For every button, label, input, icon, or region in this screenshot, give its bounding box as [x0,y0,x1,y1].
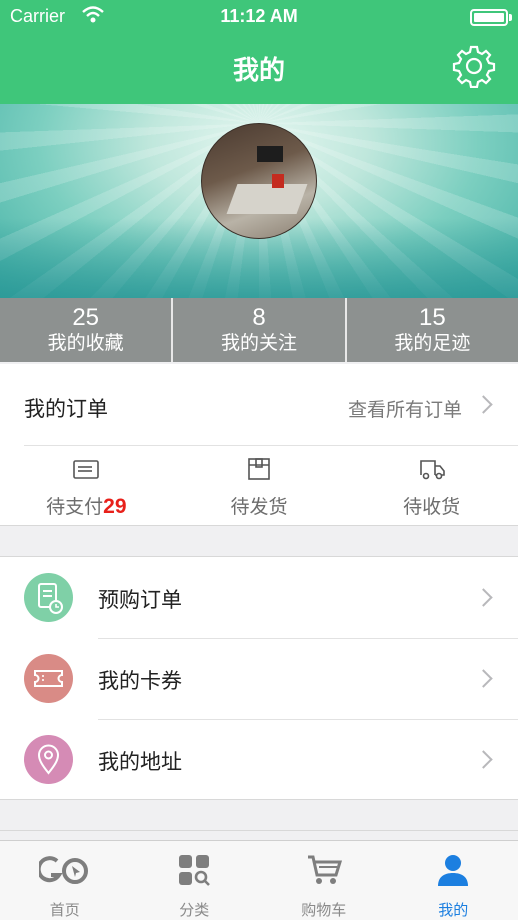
stat-label: 我的收藏 [47,332,124,354]
menu-item-label: 我的地址 [98,750,182,774]
chevron-right-icon [474,395,493,414]
menu-item-preorders[interactable]: 预购订单 [0,557,518,638]
preorder-glyph [38,583,63,614]
order-state-pending-receipt[interactable]: 待收货 [345,446,518,526]
section-spacer [0,830,518,840]
location-icon [24,735,73,784]
tab-category[interactable]: 分类 [130,841,260,920]
coupon-glyph [34,670,63,687]
view-all-orders-link[interactable]: 查看所有订单 [348,395,462,422]
package-icon [248,458,270,480]
order-state-pending-shipment[interactable]: 待发货 [173,446,346,526]
order-state-text: 待支付 [46,496,104,518]
order-state-label: 待发货 [230,496,288,518]
stat-label: 我的关注 [220,332,297,354]
category-icon [179,855,211,886]
chevron-right-icon [474,588,493,607]
preorder-icon [24,573,73,622]
menu-item-addresses[interactable]: 我的地址 [0,719,518,800]
orders-section: 我的订单 查看所有订单 待支付29 待发货 待收货 [0,364,518,526]
tab-label: 首页 [49,901,80,919]
status-bar: Carrier 11:12 AM [0,0,518,34]
stats-row: 25 我的收藏 8 我的关注 15 我的足迹 [0,298,518,362]
truck-icon [419,460,445,480]
coupon-icon [24,654,73,703]
tab-mine[interactable]: 我的 [389,841,518,920]
tab-cart[interactable]: 购物车 [259,841,389,920]
stat-following[interactable]: 8 我的关注 [173,298,347,362]
avatar-photo-object [272,174,284,188]
clock: 11:12 AM [220,6,298,26]
top-bar: Carrier 11:12 AM 我的 [0,0,518,104]
orders-title: 我的订单 [24,397,108,421]
stat-label: 我的足迹 [394,332,471,354]
order-state-label: 待支付29 [0,492,173,519]
menu-item-label: 我的卡券 [98,669,182,693]
stat-value: 15 [418,304,446,331]
user-icon [438,855,469,886]
stat-history[interactable]: 15 我的足迹 [347,298,518,362]
order-state-pending-payment[interactable]: 待支付29 [0,446,173,526]
avatar-photo-desk [226,184,308,214]
order-states: 待支付29 待发货 待收货 [0,446,518,526]
chevron-right-icon [474,669,493,688]
avatar[interactable] [201,123,317,239]
location-glyph [37,744,60,775]
tab-label: 分类 [179,901,210,919]
stat-favorites[interactable]: 25 我的收藏 [0,298,174,362]
gear-icon[interactable] [452,44,496,88]
menu-item-coupons[interactable]: 我的卡券 [0,638,518,719]
stat-value: 25 [72,304,100,331]
battery-icon [470,9,508,26]
cart-icon [307,855,342,884]
tab-home[interactable]: 首页 [0,841,130,920]
orders-header[interactable]: 我的订单 查看所有订单 [0,364,518,446]
tab-bar: 首页 分类 购物车 我的 [0,840,518,920]
tab-label: 我的 [438,901,469,919]
avatar-photo-monitor [257,146,283,162]
tab-label: 购物车 [301,901,347,919]
page-title: 我的 [232,56,285,86]
menu-list: 预购订单 我的卡券 我的地址 [0,556,518,800]
order-state-label: 待收货 [403,496,461,518]
home-logo-icon [38,856,88,884]
battery-tip [509,14,512,21]
stat-value: 8 [252,304,266,331]
menu-item-label: 预购订单 [98,588,182,612]
wallet-icon [73,460,100,479]
profile-banner [0,104,518,298]
chevron-right-icon [474,750,493,769]
pending-count-badge: 29 [103,495,127,518]
